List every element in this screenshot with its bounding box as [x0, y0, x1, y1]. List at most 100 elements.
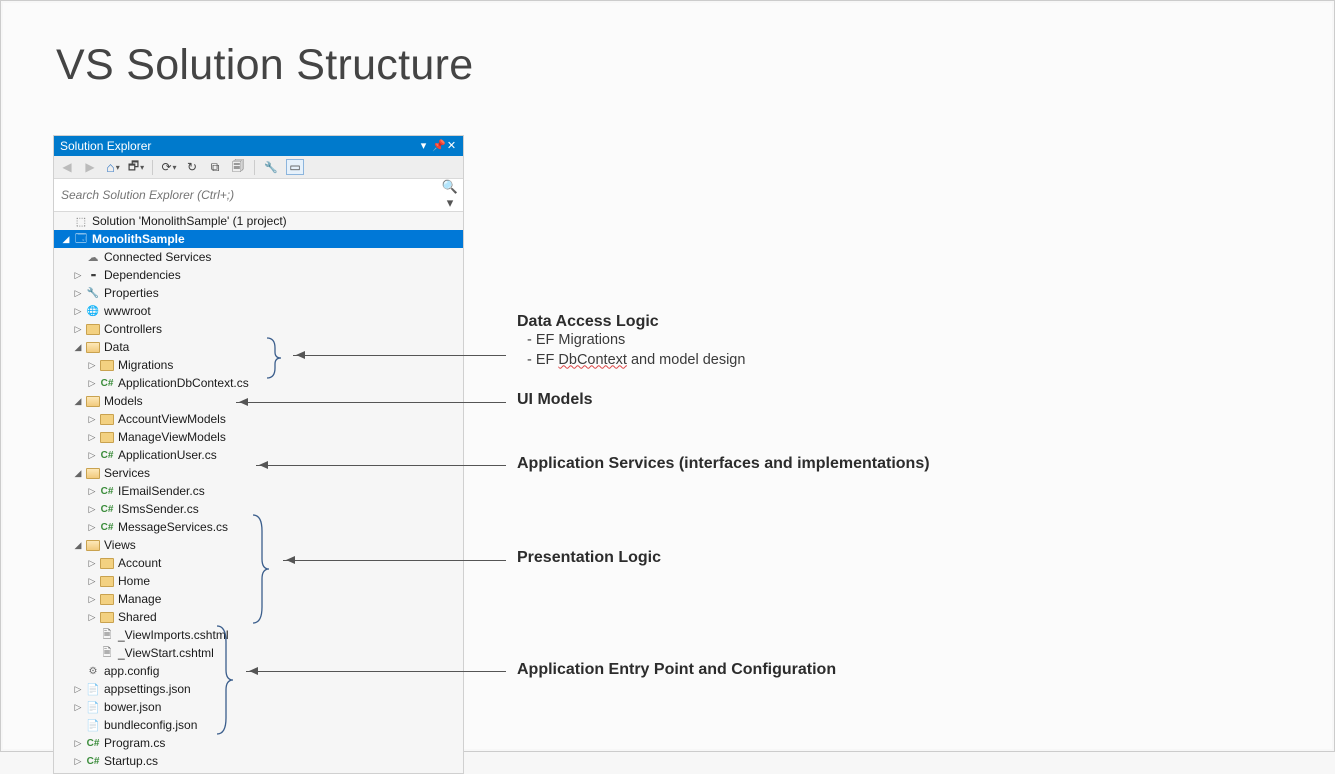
panel-header[interactable]: Solution Explorer ▾ 📌 ✕	[54, 136, 463, 156]
label-controllers: Controllers	[104, 322, 162, 336]
label-data: Data	[104, 340, 129, 354]
label-bower: bower.json	[104, 700, 161, 714]
node-properties[interactable]: ▷ Properties	[54, 284, 463, 302]
panel-toolbar: ◀ ▶ 🗗 ⟳ ↻ ⧉ 🗐 ▭	[54, 156, 463, 179]
chevron-right-icon[interactable]: ▷	[86, 450, 98, 461]
ann-presentation-txt: Presentation Logic	[517, 549, 661, 566]
node-appdbcontext[interactable]: ▷ ApplicationDbContext.cs	[54, 374, 463, 392]
chevron-right-icon[interactable]: ▷	[86, 360, 98, 371]
node-emailsender[interactable]: ▷ IEmailSender.cs	[54, 482, 463, 500]
pin-icon[interactable]: 📌	[432, 141, 443, 152]
csharp-icon	[99, 376, 115, 390]
panel-title: Solution Explorer	[60, 139, 151, 153]
node-managevm[interactable]: ▷ ManageViewModels	[54, 428, 463, 446]
folder-icon	[99, 430, 115, 444]
folder-icon	[99, 556, 115, 570]
node-viewstart[interactable]: _ViewStart.cshtml	[54, 644, 463, 662]
chevron-down-icon[interactable]: ◢	[72, 468, 84, 479]
chevron-right-icon[interactable]: ▷	[86, 522, 98, 533]
node-startup[interactable]: ▷ Startup.cs	[54, 752, 463, 770]
show-all-icon[interactable]: 🗐	[230, 159, 246, 175]
solution-icon	[73, 214, 89, 228]
node-migrations[interactable]: ▷ Migrations	[54, 356, 463, 374]
folder-open-icon	[85, 394, 101, 408]
chevron-right-icon[interactable]: ▷	[72, 324, 84, 335]
search-input[interactable]	[54, 184, 437, 206]
node-models[interactable]: ◢ Models	[54, 392, 463, 410]
chevron-right-icon[interactable]: ▷	[72, 306, 84, 317]
scope-icon[interactable]: ⟳	[161, 159, 177, 175]
node-dependencies[interactable]: ▷ Dependencies	[54, 266, 463, 284]
label-program: Program.cs	[104, 736, 165, 750]
node-project[interactable]: ◢ MonolithSample	[54, 230, 463, 248]
label-migrations: Migrations	[118, 358, 173, 372]
dependencies-icon	[85, 268, 101, 282]
label-managevm: ManageViewModels	[118, 430, 226, 444]
node-accountvm[interactable]: ▷ AccountViewModels	[54, 410, 463, 428]
brace-entry	[215, 624, 235, 736]
node-solution[interactable]: Solution 'MonolithSample' (1 project)	[54, 212, 463, 230]
back-icon[interactable]: ◀	[59, 159, 75, 175]
tree: Solution 'MonolithSample' (1 project) ◢ …	[54, 212, 463, 773]
ann-services: Application Services (interfaces and imp…	[517, 455, 930, 473]
chevron-right-icon[interactable]: ▷	[72, 288, 84, 299]
node-program[interactable]: ▷ Program.cs	[54, 734, 463, 752]
label-vimports: _ViewImports.cshtml	[118, 628, 228, 642]
ann-presentation: Presentation Logic	[517, 549, 661, 567]
chevron-right-icon[interactable]: ▷	[86, 432, 98, 443]
label-accountvm: AccountViewModels	[118, 412, 226, 426]
chevron-right-icon[interactable]: ▷	[72, 270, 84, 281]
node-bower[interactable]: ▷ bower.json	[54, 698, 463, 716]
chevron-right-icon[interactable]: ▷	[86, 558, 98, 569]
node-viewimports[interactable]: _ViewImports.cshtml	[54, 626, 463, 644]
ann-data-access: Data Access Logic - EF Migrations - EF D…	[517, 313, 745, 370]
chevron-right-icon[interactable]: ▷	[72, 684, 84, 695]
chevron-right-icon[interactable]: ▷	[86, 612, 98, 623]
chevron-right-icon[interactable]: ▷	[86, 504, 98, 515]
csharp-icon	[85, 754, 101, 768]
node-wwwroot[interactable]: ▷ wwwroot	[54, 302, 463, 320]
t1: - EF	[527, 352, 558, 368]
properties-icon[interactable]	[263, 159, 279, 175]
ann-entry: Application Entry Point and Configuratio…	[517, 661, 836, 679]
chevron-right-icon[interactable]: ▷	[86, 576, 98, 587]
label-properties: Properties	[104, 286, 159, 300]
chevron-down-icon[interactable]: ◢	[72, 396, 84, 407]
folder-icon	[99, 610, 115, 624]
chevron-right-icon[interactable]: ▷	[86, 378, 98, 389]
arrow-services	[256, 465, 506, 466]
sync-icon[interactable]: 🗗	[128, 159, 144, 175]
refresh-icon[interactable]: ↻	[184, 159, 200, 175]
chevron-down-icon[interactable]: ◢	[72, 342, 84, 353]
chevron-right-icon[interactable]: ▷	[86, 486, 98, 497]
arrow-views	[283, 560, 506, 561]
label-startup: Startup.cs	[104, 754, 158, 768]
home-icon[interactable]	[105, 159, 121, 175]
search-icon[interactable]: 🔍 ▾	[437, 179, 463, 211]
forward-icon[interactable]: ▶	[82, 159, 98, 175]
dropdown-icon[interactable]: ▾	[418, 141, 429, 152]
preview-icon[interactable]: ▭	[286, 159, 304, 175]
label-vmanage: Manage	[118, 592, 161, 606]
chevron-right-icon[interactable]: ▷	[86, 414, 98, 425]
brace-data	[265, 336, 283, 380]
chevron-right-icon[interactable]: ▷	[86, 594, 98, 605]
collapse-icon[interactable]: ⧉	[207, 159, 223, 175]
chevron-right-icon[interactable]: ▷	[72, 738, 84, 749]
label-vacct: Account	[118, 556, 161, 570]
node-connected-services[interactable]: Connected Services	[54, 248, 463, 266]
close-icon[interactable]: ✕	[446, 141, 457, 152]
chevron-right-icon[interactable]: ▷	[72, 702, 84, 713]
config-icon	[85, 664, 101, 678]
chevron-right-icon[interactable]: ▷	[72, 756, 84, 767]
folder-icon	[99, 358, 115, 372]
chevron-down-icon[interactable]: ◢	[72, 540, 84, 551]
chevron-down-icon[interactable]: ◢	[60, 234, 72, 245]
ann-ui-models-txt: UI Models	[517, 391, 593, 408]
node-controllers[interactable]: ▷ Controllers	[54, 320, 463, 338]
globe-icon	[85, 304, 101, 318]
node-data[interactable]: ◢ Data	[54, 338, 463, 356]
label-project: MonolithSample	[92, 232, 185, 246]
node-bundleconfig[interactable]: bundleconfig.json	[54, 716, 463, 734]
node-appsettings[interactable]: ▷ appsettings.json	[54, 680, 463, 698]
